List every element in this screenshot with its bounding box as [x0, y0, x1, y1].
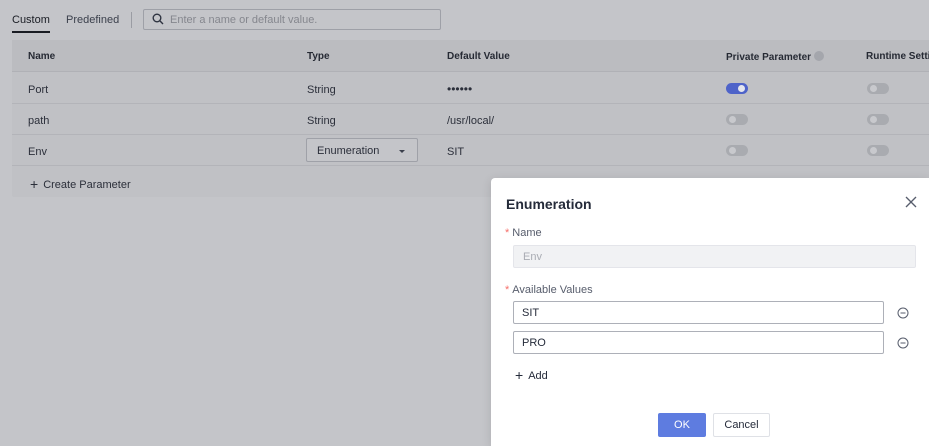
column-header-default-value[interactable]: Default Value — [447, 51, 510, 62]
type-select-value: Enumeration — [317, 145, 380, 157]
required-marker: * — [505, 284, 510, 296]
add-value-label: Add — [528, 370, 548, 382]
search-box[interactable] — [143, 9, 441, 30]
private-parameter-toggle[interactable] — [726, 145, 748, 156]
value-input[interactable]: PRO — [513, 331, 884, 354]
table-row: Port String •••••• — [12, 73, 929, 104]
column-header-private-label: Private Parameter — [726, 52, 812, 63]
value-input[interactable]: SIT — [513, 301, 884, 324]
remove-value-icon[interactable] — [897, 337, 909, 349]
name-field-label: * Name — [505, 227, 542, 239]
table-row: path String /usr/local/ — [12, 104, 929, 135]
param-default-value: SIT — [447, 146, 465, 158]
tab-predefined[interactable]: Predefined — [66, 14, 119, 26]
create-parameter-label: Create Parameter — [43, 179, 131, 191]
available-values-label: * Available Values — [505, 284, 593, 296]
runtime-setting-toggle[interactable] — [867, 145, 889, 156]
cancel-button[interactable]: Cancel — [713, 413, 770, 437]
chevron-down-icon — [399, 150, 405, 153]
create-parameter-button[interactable]: + Create Parameter — [30, 176, 131, 192]
ok-button[interactable]: OK — [658, 413, 706, 437]
name-field-value: Env — [523, 251, 542, 263]
close-icon[interactable] — [903, 194, 919, 210]
column-header-type[interactable]: Type — [307, 51, 330, 62]
required-marker: * — [505, 227, 510, 239]
param-type: String — [307, 115, 336, 127]
table-row: Env Enumeration SIT — [12, 135, 929, 166]
help-icon[interactable] — [814, 51, 825, 61]
tab-divider — [131, 12, 132, 28]
private-parameter-toggle[interactable] — [726, 114, 748, 125]
plus-icon: + — [30, 176, 39, 192]
dialog-title: Enumeration — [506, 196, 592, 212]
param-name: Port — [28, 84, 49, 96]
runtime-setting-toggle[interactable] — [867, 114, 889, 125]
name-label-text: Name — [512, 227, 542, 239]
search-input[interactable] — [170, 11, 430, 28]
parameter-toolbar: Custom Predefined — [0, 0, 929, 40]
plus-icon: + — [515, 367, 524, 383]
param-name: Env — [28, 146, 47, 158]
available-values-label-text: Available Values — [512, 284, 593, 296]
column-header-runtime-settings[interactable]: Runtime Settin — [866, 51, 929, 62]
runtime-setting-toggle[interactable] — [867, 83, 889, 94]
parameter-table: Name Type Default Value Private Paramete… — [12, 40, 929, 197]
private-parameter-toggle[interactable] — [726, 83, 748, 94]
type-select[interactable]: Enumeration — [306, 138, 418, 162]
param-name: path — [28, 115, 50, 127]
name-field: Env — [513, 245, 916, 268]
value-input-text: PRO — [522, 337, 546, 349]
param-default-value: /usr/local/ — [447, 115, 495, 127]
param-type: String — [307, 84, 336, 96]
remove-value-icon[interactable] — [897, 307, 909, 319]
param-default-value: •••••• — [447, 82, 473, 96]
search-icon — [152, 13, 164, 25]
column-header-name[interactable]: Name — [28, 51, 55, 62]
table-header: Name Type Default Value Private Paramete… — [12, 40, 929, 72]
tab-custom[interactable]: Custom — [12, 14, 50, 33]
enumeration-dialog: Enumeration * Name Env * Available Values … — [491, 178, 929, 446]
value-input-text: SIT — [522, 307, 540, 319]
add-value-button[interactable]: + Add — [515, 367, 548, 383]
column-header-private-parameter: Private Parameter — [726, 51, 825, 63]
